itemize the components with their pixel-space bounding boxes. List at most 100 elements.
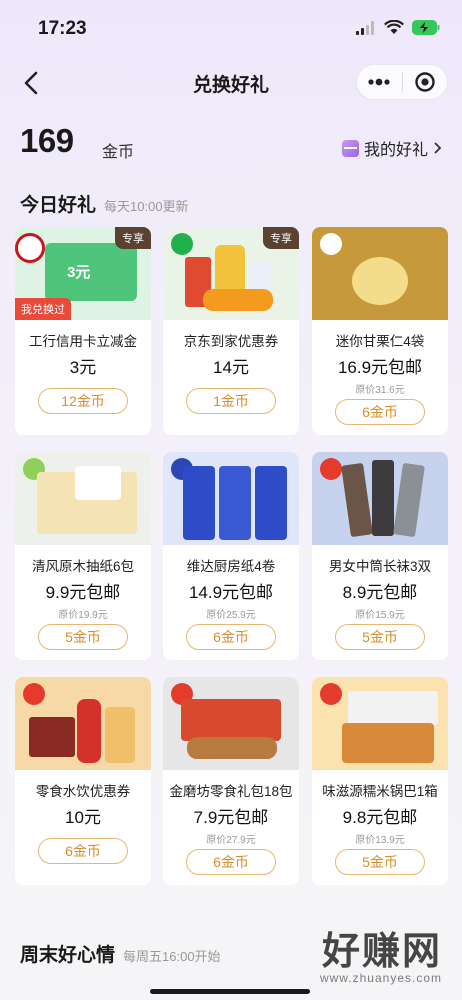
product-graphic — [181, 699, 281, 741]
redeem-button[interactable]: 6金币 — [38, 838, 128, 864]
weekend-title: 周末好心情 — [20, 945, 116, 966]
gift-card[interactable]: 迷你甘栗仁4袋 16.9元包邮 原价31.6元 6金币 — [312, 227, 448, 435]
my-gifts-link[interactable]: 我的好礼 — [341, 136, 444, 160]
card-graphic — [45, 243, 137, 301]
product-image — [163, 677, 299, 770]
product-price: 14元 — [213, 358, 249, 377]
product-name: 男女中筒长袜3双 — [328, 559, 431, 574]
battery-charging-icon — [412, 20, 440, 35]
product-price: 3元 — [69, 358, 97, 377]
redeem-button[interactable]: 12金币 — [38, 388, 128, 414]
gift-card[interactable]: 3元 专享 我兑换过 工行信用卡立减金 3元 12金币 — [15, 227, 151, 435]
gift-card[interactable]: 味滋源糯米锅巴1箱 9.8元包邮 原价13.9元 5金币 — [312, 677, 448, 885]
redeem-button[interactable]: 6金币 — [186, 624, 276, 650]
product-graphic — [183, 466, 215, 540]
today-title: 今日好礼 — [20, 195, 97, 216]
gift-card[interactable]: 零食水饮优惠券 10元 6金币 — [15, 677, 151, 885]
product-image — [15, 677, 151, 770]
product-image — [312, 227, 448, 320]
original-price: 原价15.9元 — [355, 610, 405, 621]
exclusive-tag: 专享 — [115, 227, 151, 249]
watermark-logo-text: 好赚网 — [321, 931, 442, 973]
redeem-button[interactable]: 5金币 — [335, 624, 425, 650]
product-name: 零食水饮优惠券 — [35, 784, 131, 799]
product-image — [163, 452, 299, 545]
redeemed-badge: 我兑换过 — [15, 298, 71, 320]
watermark-url: www.zhuanyes.com — [319, 971, 442, 985]
product-image — [312, 677, 448, 770]
product-graphic — [255, 466, 287, 540]
brand-logo-icon — [320, 458, 342, 480]
redeem-button[interactable]: 6金币 — [335, 399, 425, 425]
gift-card[interactable]: 专享 京东到家优惠券 14元 1金币 — [163, 227, 299, 435]
product-price: 7.9元包邮 — [193, 808, 269, 827]
product-price: 16.9元包邮 — [337, 358, 423, 377]
product-price: 14.9元包邮 — [188, 583, 274, 602]
jd-logo-icon — [171, 233, 193, 255]
product-name: 金磨坊零食礼包18包 — [169, 784, 293, 799]
coin-unit: 金币 — [102, 144, 135, 161]
product-graphic — [348, 691, 438, 725]
product-graphic — [372, 460, 394, 536]
original-price: 原价31.6元 — [355, 385, 405, 396]
product-price: 9.8元包邮 — [342, 808, 418, 827]
product-image — [312, 452, 448, 545]
product-image: 3元 专享 我兑换过 — [15, 227, 151, 320]
brand-logo-icon — [320, 233, 342, 255]
status-time: 17:23 — [38, 18, 87, 39]
more-dots-icon — [368, 78, 390, 86]
gift-card[interactable]: 维达厨房纸4卷 14.9元包邮 原价25.9元 6金币 — [163, 452, 299, 660]
nav-bar: 兑换好礼 — [0, 60, 462, 106]
weekend-subtitle: 每周五16:00开始 — [123, 949, 221, 964]
exclusive-tag: 专享 — [263, 227, 299, 249]
product-graphic — [341, 462, 373, 538]
icbc-logo-icon — [15, 233, 45, 263]
brand-logo-icon — [320, 683, 342, 705]
product-graphic — [105, 707, 135, 763]
gift-card[interactable]: 清风原木抽纸6包 9.9元包邮 原价19.9元 5金币 — [15, 452, 151, 660]
status-icons — [356, 20, 440, 35]
original-price: 原价19.9元 — [58, 610, 108, 621]
coin-balance-row: 169 金币 我的好礼 — [20, 122, 444, 166]
gift-card[interactable]: 男女中筒长袜3双 8.9元包邮 原价15.9元 5金币 — [312, 452, 448, 660]
product-graphic — [352, 257, 408, 305]
coin-balance: 169 — [20, 122, 74, 159]
product-name: 迷你甘栗仁4袋 — [335, 334, 425, 349]
original-price: 原价27.9元 — [206, 835, 256, 846]
product-name: 维达厨房纸4卷 — [186, 559, 276, 574]
product-graphic — [203, 289, 273, 311]
target-icon — [415, 72, 435, 92]
redeem-button[interactable]: 1金币 — [186, 388, 276, 414]
product-graphic — [219, 466, 251, 540]
status-bar: 17:23 — [0, 0, 462, 52]
redeem-button[interactable]: 5金币 — [335, 849, 425, 875]
redeem-button[interactable]: 6金币 — [186, 849, 276, 875]
weekend-section-header: 周末好心情 每周五16:00开始 — [20, 940, 221, 967]
product-name: 味滋源糯米锅巴1箱 — [322, 784, 438, 799]
redeem-button[interactable]: 5金币 — [38, 624, 128, 650]
product-name: 清风原木抽纸6包 — [31, 559, 134, 574]
product-image — [15, 452, 151, 545]
product-price: 10元 — [65, 808, 101, 827]
original-price: 原价13.9元 — [355, 835, 405, 846]
original-price: 原价25.9元 — [206, 610, 256, 621]
product-image: 专享 — [163, 227, 299, 320]
product-graphic — [342, 723, 434, 763]
close-miniprogram-button[interactable] — [402, 64, 447, 100]
product-name: 京东到家优惠券 — [183, 334, 279, 349]
gift-card[interactable]: 金磨坊零食礼包18包 7.9元包邮 原价27.9元 6金币 — [163, 677, 299, 885]
chevron-right-icon — [434, 142, 442, 154]
today-section-header: 今日好礼 每天10:00更新 — [20, 190, 189, 217]
more-button[interactable] — [357, 64, 402, 100]
today-subtitle: 每天10:00更新 — [104, 199, 189, 214]
product-graphic — [77, 699, 101, 763]
watermark: 好赚网 www.zhuanyes.com — [320, 920, 442, 985]
miniprogram-capsule — [356, 64, 448, 100]
product-graphic — [75, 466, 121, 500]
product-price: 9.9元包邮 — [45, 583, 121, 602]
product-graphic — [29, 717, 75, 757]
product-name: 工行信用卡立减金 — [29, 334, 137, 349]
card-graphic-text: 3元 — [67, 264, 91, 281]
home-indicator — [150, 989, 310, 994]
wifi-icon — [384, 20, 404, 34]
